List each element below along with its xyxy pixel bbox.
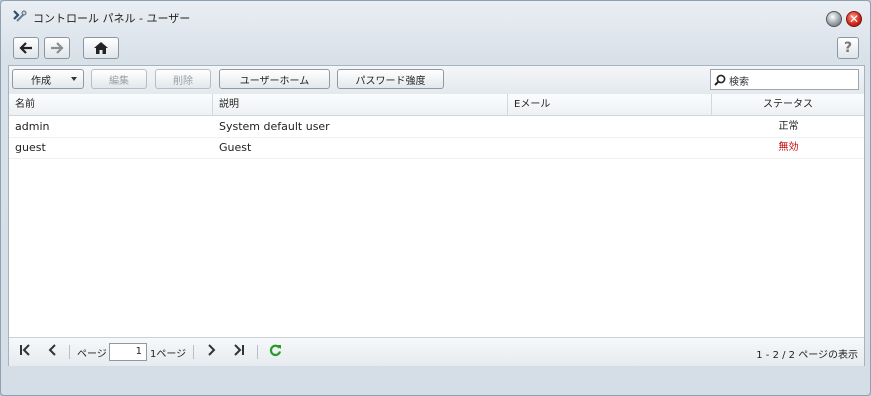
table-row[interactable]: guest Guest 無効 — [9, 137, 864, 159]
title-bar: コントロール パネル - ユーザー ✕ — [9, 7, 864, 29]
toolbar: 作成 編集 削除 ユーザーホーム パスワード強度 検索 — [9, 66, 864, 95]
search-icon — [714, 74, 726, 86]
window-title: コントロール パネル - ユーザー — [33, 12, 191, 25]
previous-page-icon[interactable] — [45, 344, 61, 360]
control-panel-window: コントロール パネル - ユーザー ✕ ? 作成 編集 削除 ユーザーホーム パ… — [0, 0, 871, 396]
delete-button[interactable]: 削除 — [155, 69, 211, 89]
column-header-status[interactable]: ステータス — [712, 94, 864, 115]
home-button[interactable] — [83, 37, 119, 59]
table-row[interactable]: admin System default user 正常 — [9, 116, 864, 138]
pager-divider — [69, 345, 70, 359]
back-button[interactable] — [13, 37, 39, 59]
search-placeholder: 検索 — [729, 77, 749, 88]
refresh-icon[interactable] — [267, 344, 283, 360]
pager-divider — [257, 345, 258, 359]
control-panel-icon — [11, 9, 27, 25]
users-panel: 作成 編集 削除 ユーザーホーム パスワード強度 検索 名前 説明 Eメール ス… — [8, 65, 865, 366]
user-name: guest — [15, 141, 46, 154]
status-badge: 無効 — [778, 142, 799, 153]
window-close-button[interactable]: ✕ — [846, 11, 862, 27]
user-description: System default user — [219, 120, 330, 133]
forward-arrow-icon — [51, 42, 64, 54]
pagination-bar: ページ 1 1ページ 1 - 2 / 2 ページの表示 — [9, 337, 864, 366]
forward-button[interactable] — [44, 37, 70, 59]
user-name: admin — [15, 120, 50, 133]
pager-divider — [193, 345, 194, 359]
navigation-bar: ? — [11, 37, 861, 61]
password-strength-button[interactable]: パスワード強度 — [337, 69, 444, 89]
user-description: Guest — [219, 141, 252, 154]
back-arrow-icon — [19, 42, 32, 54]
status-badge: 正常 — [778, 121, 799, 132]
home-icon — [94, 42, 108, 54]
window-minimize-button[interactable] — [826, 11, 842, 27]
table-header: 名前 説明 Eメール ステータス — [9, 94, 864, 116]
next-page-icon[interactable] — [203, 344, 219, 360]
edit-button[interactable]: 編集 — [91, 69, 147, 89]
first-page-icon[interactable] — [17, 344, 33, 360]
chevron-down-icon — [71, 77, 77, 81]
last-page-icon[interactable] — [231, 344, 247, 360]
pager-summary: 1 - 2 / 2 ページの表示 — [756, 350, 858, 361]
column-header-description[interactable]: 説明 — [213, 94, 508, 115]
page-label: ページ — [77, 349, 107, 360]
column-header-email[interactable]: Eメール — [508, 94, 712, 115]
create-button[interactable]: 作成 — [12, 69, 84, 89]
user-home-button[interactable]: ユーザーホーム — [219, 69, 330, 89]
help-button[interactable]: ? — [837, 37, 859, 59]
page-number-input[interactable]: 1 — [109, 343, 147, 361]
page-count-label: 1ページ — [150, 349, 187, 360]
search-input[interactable]: 検索 — [710, 69, 859, 90]
create-label: 作成 — [31, 75, 51, 87]
column-header-name[interactable]: 名前 — [9, 94, 213, 115]
